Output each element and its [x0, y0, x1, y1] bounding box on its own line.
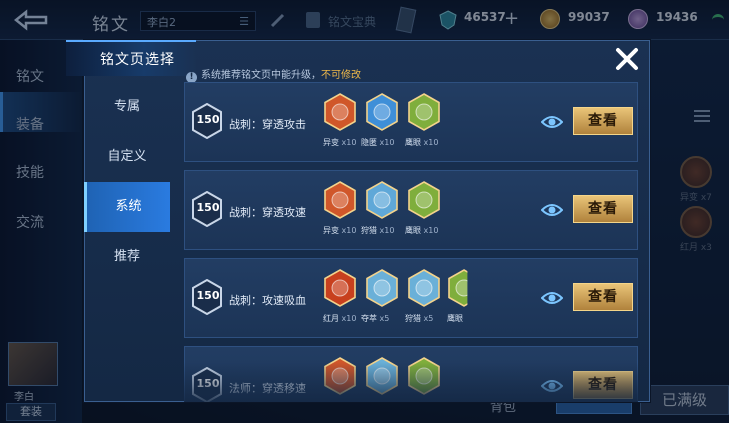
rune-name: 鹰眼 [405, 226, 421, 235]
rune-name: 红月 [323, 314, 339, 323]
rune-count: x10 [341, 314, 357, 323]
level-number: 150 [196, 113, 220, 126]
blue-rune-icon [366, 181, 398, 219]
rune-caption: 夺萃 x5 [361, 313, 389, 324]
rune-count: x10 [379, 138, 395, 147]
rune-page-card[interactable]: 150 战刺：穿透攻击 异变 x10 隐匿 x10 鹰眼 x10 查看 [184, 82, 638, 162]
blue-rune-icon [366, 269, 398, 307]
rune-name: 异变 [323, 138, 339, 147]
rune-count: x10 [423, 226, 439, 235]
rune-name: 鹰眼 [447, 314, 463, 323]
rune-caption: 狩猎 x5 [405, 313, 433, 324]
tab-system[interactable]: 系统 [84, 182, 170, 232]
rune-name: 夺萃 [361, 314, 377, 323]
eye-icon[interactable] [541, 287, 563, 309]
red-rune-icon [324, 269, 356, 307]
rune-caption: 鹰眼 [447, 313, 463, 324]
rune-caption: 隐匿 x10 [361, 137, 394, 148]
green-rune-icon [408, 93, 440, 131]
rune-caption: 红月 x10 [323, 313, 356, 324]
view-button[interactable]: 查看 [573, 195, 633, 223]
rune-count: x10 [423, 138, 439, 147]
rune-name: 狩猎 [361, 226, 377, 235]
rune-caption: 异变 x10 [323, 225, 356, 236]
rune-count: x10 [379, 226, 395, 235]
rune-caption: 异变 x10 [323, 137, 356, 148]
list-fade [184, 362, 638, 402]
view-button[interactable]: 查看 [573, 283, 633, 311]
rune-page-card[interactable]: 150 战刺：攻速吸血 红月 x10 夺萃 x5 狩猎 x5 鹰眼 查看 [184, 258, 638, 338]
level-number: 150 [196, 201, 220, 214]
rune-name: 隐匿 [361, 138, 377, 147]
rune-caption: 狩猎 x10 [361, 225, 394, 236]
rune-page-name: 战刺：穿透攻击 [229, 118, 306, 131]
tab-exclusive[interactable]: 专属 [84, 82, 170, 132]
rune-caption: 鹰眼 x10 [405, 137, 438, 148]
rune-name: 鹰眼 [405, 138, 421, 147]
red-rune-icon [324, 181, 356, 219]
red-rune-icon [324, 93, 356, 131]
view-button[interactable]: 查看 [573, 107, 633, 135]
rune-page-list[interactable]: 150 战刺：穿透攻击 异变 x10 隐匿 x10 鹰眼 x10 查看 150 战刺：穿透攻速… [184, 82, 638, 402]
rune-count: x10 [341, 138, 357, 147]
green-rune-icon [447, 269, 481, 307]
level-number: 150 [196, 289, 220, 302]
rune-page-card[interactable]: 150 战刺：穿透攻速 异变 x10 狩猎 x10 鹰眼 x10 查看 [184, 170, 638, 250]
modal-title: 铭文页选择 [100, 52, 175, 68]
system-notice: ! 系统推荐铭文页中能升级，不可修改 [186, 66, 361, 83]
green-rune-icon [408, 181, 440, 219]
rune-count: x5 [423, 314, 434, 323]
blue-rune-icon [366, 93, 398, 131]
rune-page-name: 战刺：攻速吸血 [229, 294, 306, 307]
rune-name: 狩猎 [405, 314, 421, 323]
notice-warning: 不可修改 [321, 70, 361, 81]
rune-count: x10 [341, 226, 357, 235]
tab-custom[interactable]: 自定义 [84, 132, 170, 182]
rune-count: x5 [379, 314, 390, 323]
rune-name: 异变 [323, 226, 339, 235]
eye-icon[interactable] [541, 199, 563, 221]
blue-rune-icon [408, 269, 440, 307]
modal-side-nav: 专属 自定义 系统 推荐 [84, 82, 170, 402]
notice-text: 系统推荐铭文页中能升级， [201, 70, 321, 81]
tab-recommended[interactable]: 推荐 [84, 232, 170, 282]
close-icon[interactable] [612, 44, 642, 74]
rune-page-name: 战刺：穿透攻速 [229, 206, 306, 219]
rune-caption: 鹰眼 x10 [405, 225, 438, 236]
eye-icon[interactable] [541, 111, 563, 133]
